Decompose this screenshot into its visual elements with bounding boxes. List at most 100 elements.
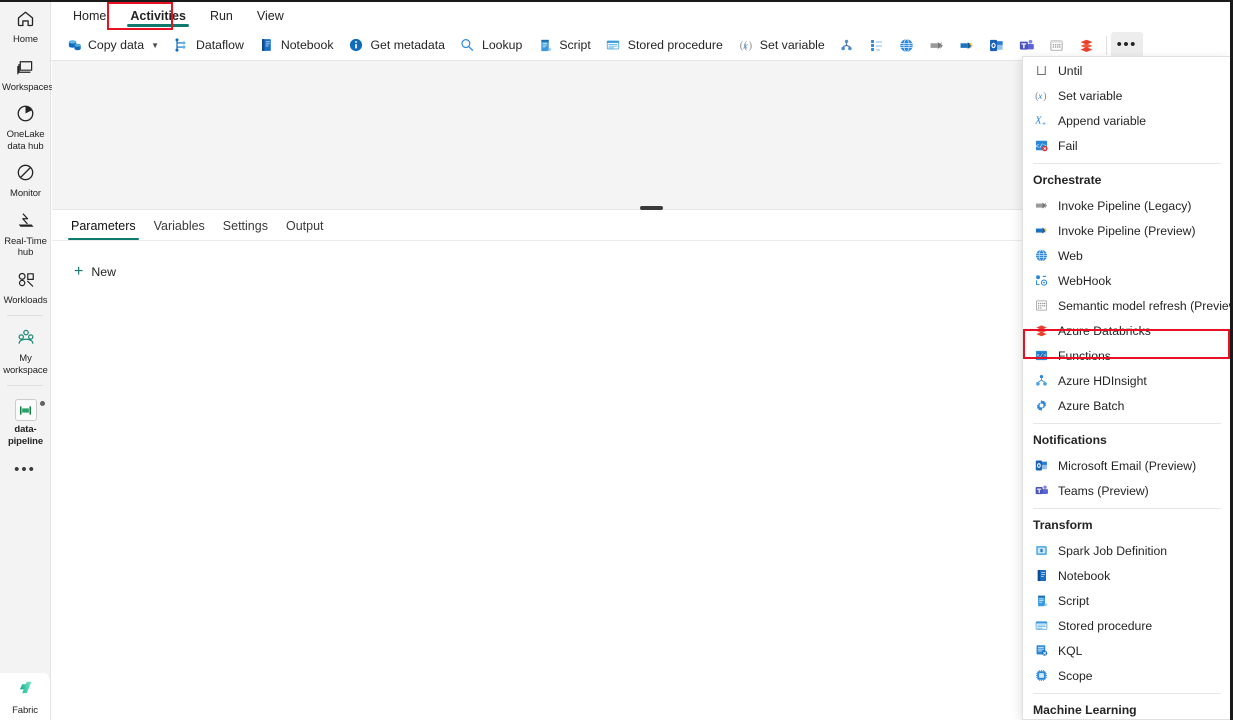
svg-text:x: x xyxy=(742,41,748,52)
sidebar-item-label: Workspaces xyxy=(2,81,54,93)
tab-variables[interactable]: Variables xyxy=(145,215,214,240)
toolbar-get-metadata-button[interactable]: Get metadata xyxy=(340,32,452,58)
svg-text:): ) xyxy=(1043,91,1046,102)
menu-item-kql[interactable]: KQL xyxy=(1023,638,1230,663)
menu-item-label: Microsoft Email (Preview) xyxy=(1058,458,1197,473)
menu-item-invoke-pipeline-legacy[interactable]: Invoke Pipeline (Legacy) xyxy=(1023,193,1230,218)
spark-job-definition-icon xyxy=(1033,543,1049,559)
toolbar-teams-button[interactable] xyxy=(1012,32,1042,58)
menu-divider-4 xyxy=(1033,693,1221,694)
stored-procedure-icon xyxy=(1033,618,1049,634)
menu-item-append-variable[interactable]: X + Append variable xyxy=(1023,108,1230,133)
microsoft-email-icon xyxy=(1033,458,1049,474)
tab-activities[interactable]: Activities xyxy=(118,5,198,28)
sidebar-item-workloads[interactable]: Workloads xyxy=(0,263,51,311)
menu-item-label: Fail xyxy=(1058,138,1078,153)
toolbar-overflow-button[interactable]: ••• xyxy=(1110,31,1143,59)
tab-output[interactable]: Output xyxy=(277,215,333,240)
svg-text:+: + xyxy=(1042,121,1046,128)
rail-divider-1 xyxy=(7,315,43,316)
onelake-icon xyxy=(2,103,49,127)
menu-item-label: Append variable xyxy=(1058,113,1147,128)
tab-label: View xyxy=(256,8,284,23)
sidebar-item-label: Monitor xyxy=(10,188,41,199)
menu-item-script[interactable]: Script xyxy=(1023,588,1230,613)
sidebar-item-data-pipeline[interactable]: data- pipeline xyxy=(0,391,51,451)
menu-item-until[interactable]: Until xyxy=(1023,58,1230,83)
set-variable-icon: ( x ) xyxy=(1033,88,1049,104)
menu-item-azure-hdinsight[interactable]: Azure HDInsight xyxy=(1023,368,1230,393)
tab-run[interactable]: Run xyxy=(198,5,245,28)
menu-item-fail[interactable]: </> Fail xyxy=(1023,133,1230,158)
sidebar-item-label: Home xyxy=(13,34,38,45)
toolbar-script-button[interactable]: Script xyxy=(529,32,597,58)
menu-item-web[interactable]: Web xyxy=(1023,243,1230,268)
menu-item-scope[interactable]: Scope xyxy=(1023,663,1230,688)
toolbar-set-variable-button[interactable]: ( x ( ) Set variable xyxy=(730,32,832,58)
toolbar-microsoft-email-button[interactable] xyxy=(982,32,1012,58)
tab-active-indicator xyxy=(127,24,189,27)
azure-databricks-icon xyxy=(1033,323,1049,339)
menu-item-azure-databricks[interactable]: Azure Databricks xyxy=(1023,318,1230,343)
menu-item-label: WebHook xyxy=(1058,273,1112,288)
menu-item-set-variable[interactable]: ( x ) Set variable xyxy=(1023,83,1230,108)
toolbar-web-button[interactable] xyxy=(892,32,922,58)
toolbar-semantic-model-refresh-button[interactable] xyxy=(862,32,892,58)
script-icon xyxy=(1033,593,1049,609)
menu-item-label: Teams (Preview) xyxy=(1058,483,1149,498)
menu-item-spark-job-definition[interactable]: Spark Job Definition xyxy=(1023,538,1230,563)
web-icon xyxy=(1033,248,1049,264)
sidebar-item-real-time-hub[interactable]: Real-Time hub xyxy=(0,204,51,263)
azure-batch-icon xyxy=(1033,398,1049,414)
toolbar-label: Stored procedure xyxy=(627,38,723,52)
new-parameter-button[interactable]: + New xyxy=(66,259,124,285)
menu-item-semantic-model-refresh[interactable]: Semantic model refresh (Preview) xyxy=(1023,293,1230,318)
toolbar-azure-hdinsight-button[interactable] xyxy=(832,32,862,58)
svg-text:): ) xyxy=(748,41,752,52)
sidebar-item-workspaces[interactable]: Workspaces xyxy=(0,50,54,98)
menu-item-webhook[interactable]: WebHook xyxy=(1023,268,1230,293)
left-nav-rail: Home Workspaces OneLake data hub Monitor… xyxy=(0,2,54,720)
toolbar-invoke-pipeline-legacy-button[interactable] xyxy=(922,32,952,58)
sidebar-item-label-2: pipeline xyxy=(7,435,44,447)
toolbar-invoke-pipeline-preview-button[interactable] xyxy=(952,32,982,58)
fabric-data-pipeline-window: Home Workspaces OneLake data hub Monitor… xyxy=(0,0,1233,720)
toolbar-office-script-button[interactable] xyxy=(1042,32,1072,58)
tab-label: Activities xyxy=(130,8,186,23)
append-variable-icon: X + xyxy=(1033,113,1049,129)
new-button-label: New xyxy=(91,265,116,279)
splitter-grip-handle[interactable] xyxy=(640,206,663,210)
menu-item-notebook[interactable]: Notebook xyxy=(1023,563,1230,588)
menu-item-stored-procedure[interactable]: Stored procedure xyxy=(1023,613,1230,638)
tab-parameters[interactable]: Parameters xyxy=(62,215,145,240)
menu-item-invoke-pipeline-preview[interactable]: Invoke Pipeline (Preview) xyxy=(1023,218,1230,243)
toolbar-copy-data-button[interactable]: Copy data ▼ xyxy=(58,32,166,58)
sidebar-item-label: Real-Time xyxy=(4,235,47,247)
menu-group-heading-machine-learning: Machine Learning xyxy=(1033,703,1137,717)
toolbar-azure-databricks-button[interactable] xyxy=(1072,32,1102,58)
tab-label: Parameters xyxy=(71,219,136,233)
tab-view[interactable]: View xyxy=(245,5,296,28)
sidebar-item-my-workspace[interactable]: My workspace xyxy=(0,321,51,380)
plus-icon: + xyxy=(74,263,84,280)
sidebar-item-onelake-data-hub[interactable]: OneLake data hub xyxy=(0,97,51,156)
tab-home[interactable]: Home xyxy=(61,5,118,28)
menu-item-teams[interactable]: Teams (Preview) xyxy=(1023,478,1230,503)
sidebar-item-home[interactable]: Home xyxy=(0,2,51,50)
svg-text:(: ( xyxy=(740,41,744,52)
tab-settings[interactable]: Settings xyxy=(214,215,277,240)
sidebar-item-monitor[interactable]: Monitor xyxy=(0,156,51,204)
toolbar-label: Lookup xyxy=(481,38,523,52)
fabric-home-button[interactable]: Fabric xyxy=(0,673,51,720)
notebook-icon xyxy=(258,37,275,54)
toolbar-notebook-button[interactable]: Notebook xyxy=(251,32,341,58)
toolbar-lookup-button[interactable]: Lookup xyxy=(452,32,529,58)
notebook-icon xyxy=(1033,568,1049,584)
toolbar-dataflow-button[interactable]: Dataflow xyxy=(166,32,251,58)
menu-item-functions[interactable]: </> Functions xyxy=(1023,343,1230,368)
menu-item-azure-batch[interactable]: Azure Batch xyxy=(1023,393,1230,418)
menu-item-microsoft-email[interactable]: Microsoft Email (Preview) xyxy=(1023,453,1230,478)
toolbar-stored-procedure-button[interactable]: Stored procedure xyxy=(598,32,730,58)
sidebar-more-button[interactable]: ••• xyxy=(0,451,50,477)
workloads-icon xyxy=(2,269,49,293)
